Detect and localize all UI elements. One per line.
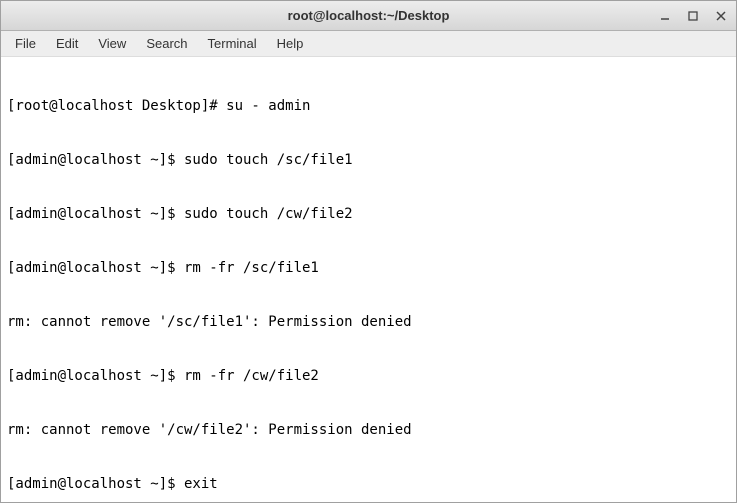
terminal-line: [admin@localhost ~]$ exit bbox=[7, 475, 730, 493]
menu-view[interactable]: View bbox=[90, 34, 134, 53]
terminal-line: [admin@localhost ~]$ rm -fr /sc/file1 bbox=[7, 259, 730, 277]
terminal-line: [admin@localhost ~]$ sudo touch /sc/file… bbox=[7, 151, 730, 169]
window-controls bbox=[658, 9, 728, 23]
menubar: File Edit View Search Terminal Help bbox=[1, 31, 736, 57]
minimize-icon bbox=[660, 11, 670, 21]
minimize-button[interactable] bbox=[658, 9, 672, 23]
terminal-line: [admin@localhost ~]$ sudo touch /cw/file… bbox=[7, 205, 730, 223]
terminal-line: [root@localhost Desktop]# su - admin bbox=[7, 97, 730, 115]
maximize-icon bbox=[688, 11, 698, 21]
close-button[interactable] bbox=[714, 9, 728, 23]
menu-help[interactable]: Help bbox=[269, 34, 312, 53]
terminal-line: [admin@localhost ~]$ rm -fr /cw/file2 bbox=[7, 367, 730, 385]
close-icon bbox=[716, 11, 726, 21]
window-title: root@localhost:~/Desktop bbox=[1, 8, 736, 23]
menu-terminal[interactable]: Terminal bbox=[200, 34, 265, 53]
maximize-button[interactable] bbox=[686, 9, 700, 23]
titlebar: root@localhost:~/Desktop bbox=[1, 1, 736, 31]
menu-search[interactable]: Search bbox=[138, 34, 195, 53]
terminal-line: rm: cannot remove '/sc/file1': Permissio… bbox=[7, 313, 730, 331]
terminal-line: rm: cannot remove '/cw/file2': Permissio… bbox=[7, 421, 730, 439]
menu-edit[interactable]: Edit bbox=[48, 34, 86, 53]
terminal-area[interactable]: [root@localhost Desktop]# su - admin [ad… bbox=[1, 57, 736, 502]
menu-file[interactable]: File bbox=[7, 34, 44, 53]
